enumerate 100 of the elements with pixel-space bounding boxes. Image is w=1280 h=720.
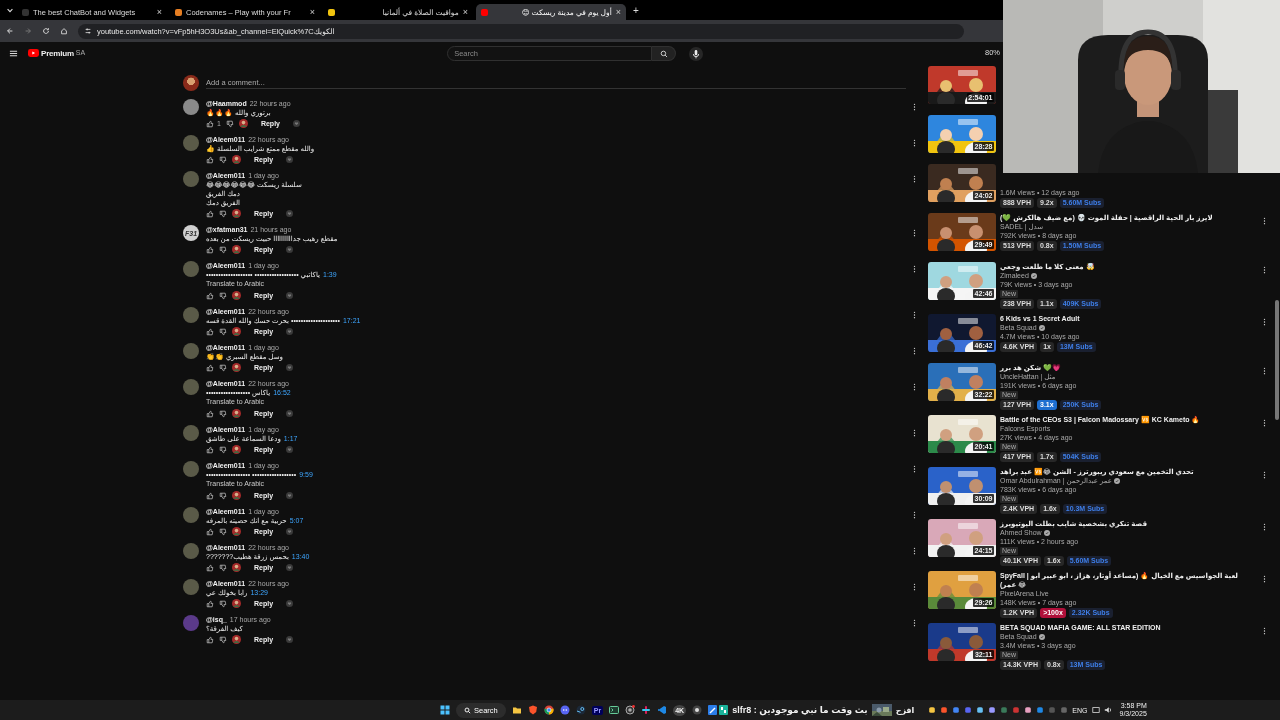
thumbs-down-icon[interactable]: [219, 291, 227, 300]
close-tab-button[interactable]: ×: [615, 7, 621, 17]
thumbs-down-icon[interactable]: [219, 599, 227, 608]
tools-icon[interactable]: [708, 705, 729, 715]
creator-avatar-icon: [232, 209, 241, 218]
thumbs-down-icon[interactable]: [219, 491, 227, 500]
thumbs-up-icon[interactable]: [206, 245, 214, 254]
tab-list-icon[interactable]: [6, 6, 14, 14]
search-button[interactable]: [652, 46, 677, 61]
more-options-icon[interactable]: [913, 429, 916, 437]
more-options-icon[interactable]: [913, 175, 916, 183]
thumbs-up-icon[interactable]: [206, 155, 214, 164]
network-icon[interactable]: [1091, 706, 1100, 714]
more-options-icon[interactable]: [913, 465, 916, 473]
heart-icon: [286, 328, 294, 335]
thumbs-up-icon[interactable]: [206, 291, 214, 300]
heart-icon: [286, 246, 294, 253]
thumbs-up-icon[interactable]: [206, 209, 214, 218]
thumbs-down-icon[interactable]: [219, 409, 227, 418]
microphone-icon[interactable]: [689, 46, 704, 61]
more-options-icon[interactable]: [913, 547, 916, 555]
windows-icon[interactable]: [440, 705, 450, 715]
heart-icon: [286, 210, 294, 217]
game-launcher-icon[interactable]: [575, 705, 586, 715]
menu-icon[interactable]: [9, 49, 18, 58]
creator-avatar-icon: [232, 599, 241, 608]
thumbs-down-icon[interactable]: [219, 635, 227, 644]
media-label[interactable]: افزح: [895, 705, 915, 715]
heart-icon: [286, 528, 294, 535]
home-icon[interactable]: [60, 27, 68, 35]
thumbs-up-icon[interactable]: [206, 527, 214, 536]
more-options-icon[interactable]: [913, 347, 916, 355]
favicon-icon: [328, 8, 335, 16]
terminal-icon[interactable]: [609, 705, 620, 715]
media-title[interactable]: بث وقت ما نبي موجودين : slfr8: [732, 705, 868, 715]
camera-icon[interactable]: [625, 705, 636, 715]
site-settings-icon[interactable]: [84, 27, 92, 35]
more-options-icon[interactable]: [1263, 367, 1266, 375]
new-tab-button[interactable]: +: [633, 4, 639, 16]
recorder-icon[interactable]: [692, 705, 703, 715]
more-options-icon[interactable]: [1263, 419, 1266, 427]
more-options-icon[interactable]: [1263, 471, 1266, 479]
more-options-icon[interactable]: [913, 311, 916, 319]
close-tab-button[interactable]: ×: [462, 7, 468, 17]
favicon-icon: [481, 8, 488, 16]
thumbs-up-icon[interactable]: [206, 635, 214, 644]
thumbs-up-icon[interactable]: [206, 599, 214, 608]
shield-icon[interactable]: [527, 705, 538, 715]
thumbs-up-icon[interactable]: [206, 119, 214, 128]
thumbs-down-icon[interactable]: [219, 445, 227, 454]
thumbs-down-icon[interactable]: [219, 527, 227, 536]
thumbs-down-icon[interactable]: [225, 119, 234, 128]
thumbs-up-icon[interactable]: [206, 409, 214, 418]
search-icon: [659, 49, 668, 58]
thumbs-down-icon[interactable]: [219, 563, 227, 572]
more-options-icon[interactable]: [913, 511, 916, 519]
play-logo-icon[interactable]: [28, 49, 39, 57]
creator-avatar-icon: [238, 119, 248, 128]
code-editor-icon[interactable]: [657, 705, 668, 715]
creator-avatar-icon: [232, 245, 241, 254]
thumbs-down-icon[interactable]: [219, 209, 227, 218]
folder-icon[interactable]: [511, 705, 522, 715]
more-options-icon[interactable]: [1263, 523, 1266, 531]
thumbs-down-icon[interactable]: [219, 245, 227, 254]
more-options-icon[interactable]: [1263, 266, 1266, 274]
logo-text[interactable]: Premium: [41, 49, 74, 58]
browser-icon[interactable]: [543, 705, 554, 715]
more-options-icon[interactable]: [913, 383, 916, 391]
thumbs-down-icon[interactable]: [219, 327, 227, 336]
creator-avatar-icon: [232, 635, 241, 644]
thumbs-up-icon[interactable]: [206, 491, 214, 500]
close-tab-button[interactable]: ×: [156, 7, 162, 17]
creator-avatar-icon: [232, 563, 241, 572]
creator-avatar-icon: [232, 291, 241, 300]
more-options-icon[interactable]: [1263, 575, 1266, 583]
thumbs-up-icon[interactable]: [206, 445, 214, 454]
more-options-icon[interactable]: [913, 619, 916, 627]
heart-icon: [286, 364, 294, 371]
thumbs-down-icon[interactable]: [219, 155, 227, 164]
thumbs-down-icon[interactable]: [219, 363, 227, 372]
thumbs-up-icon[interactable]: [206, 327, 214, 336]
creator-avatar-icon: [232, 527, 241, 536]
more-options-icon[interactable]: [1263, 627, 1266, 635]
more-options-icon[interactable]: [913, 583, 916, 591]
reload-icon[interactable]: [42, 27, 50, 35]
chat-app-icon[interactable]: [559, 705, 570, 715]
more-options-icon[interactable]: [1263, 318, 1266, 326]
more-options-icon[interactable]: [913, 139, 916, 147]
volume-icon[interactable]: [1103, 706, 1112, 714]
heart-icon: [286, 292, 294, 299]
more-options-icon[interactable]: [913, 229, 916, 237]
more-options-icon[interactable]: [1263, 217, 1266, 225]
thumbs-up-icon[interactable]: [206, 363, 214, 372]
close-tab-button[interactable]: ×: [309, 7, 315, 17]
back-icon[interactable]: [6, 27, 14, 35]
scrollbar-thumb[interactable]: [1275, 300, 1279, 420]
thumbs-up-icon[interactable]: [206, 563, 214, 572]
creator-avatar-icon: [232, 445, 241, 454]
more-options-icon[interactable]: [913, 265, 916, 273]
more-options-icon[interactable]: [913, 103, 916, 111]
